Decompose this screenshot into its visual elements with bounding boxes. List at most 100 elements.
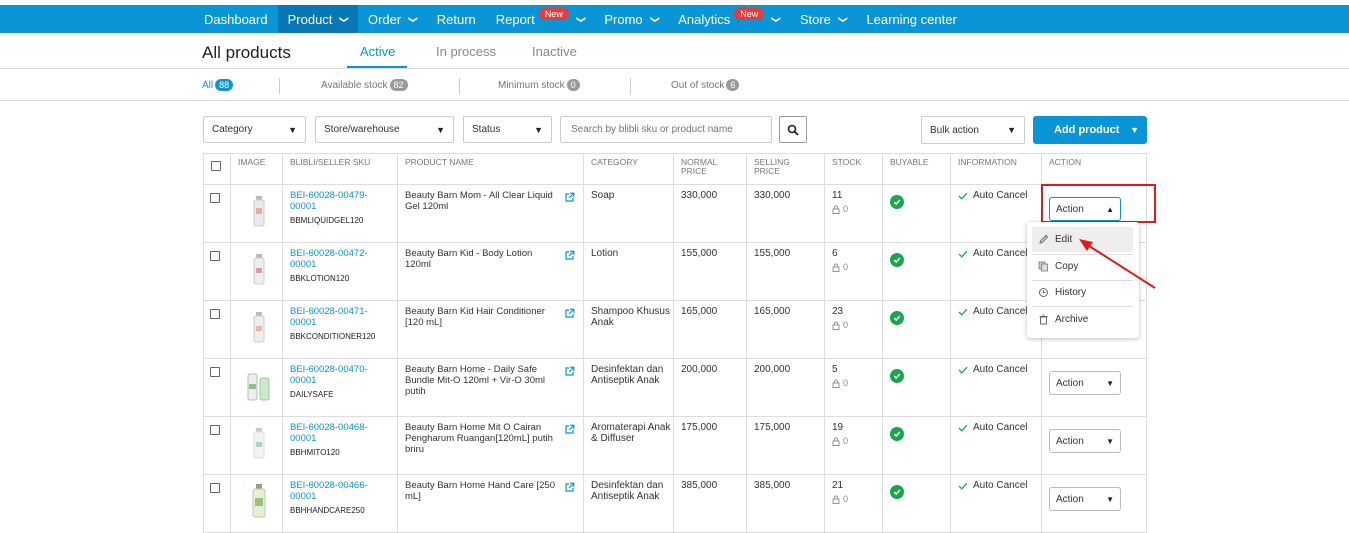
buyable-cell <box>883 301 951 359</box>
action-dropdown-button[interactable]: Action ▼ <box>1049 487 1121 511</box>
action-dropdown-button[interactable]: Action ▼ <box>1049 371 1121 395</box>
add-product-button[interactable]: Add product ▼ <box>1033 116 1147 144</box>
row-select-cell <box>204 301 231 359</box>
nav-item-label: Return <box>436 11 476 27</box>
new-badge: New <box>734 8 765 20</box>
product-thumbnail[interactable] <box>241 248 277 292</box>
normal-price-cell: 200,000 <box>674 359 747 417</box>
row-checkbox[interactable] <box>210 251 220 261</box>
search-button[interactable] <box>779 116 807 143</box>
nav-item-order[interactable]: Order ❯ <box>358 5 427 33</box>
select-all-checkbox[interactable] <box>211 161 221 171</box>
information-value: Auto Cancel <box>958 480 1034 491</box>
tab-active[interactable]: Active <box>360 44 395 59</box>
trash-icon <box>1039 314 1048 325</box>
row-checkbox[interactable] <box>210 425 220 435</box>
filter-all[interactable]: All 88 <box>202 79 234 91</box>
product-thumbnail[interactable] <box>241 422 277 466</box>
blibli-sku-link[interactable]: BEI-60028-00472-00001 <box>290 248 390 270</box>
tab-in-process[interactable]: In process <box>436 44 496 59</box>
external-link-icon[interactable] <box>564 250 575 261</box>
row-checkbox[interactable] <box>210 309 220 319</box>
seller-sku: BBHMITO120 <box>290 448 340 457</box>
sku-cell: BEI-60028-00468-00001 BBHMITO120 <box>283 417 398 475</box>
category-cell: Desinfektan dan Antiseptik Anak <box>584 359 674 417</box>
nav-item-store[interactable]: Store ❯ <box>790 5 857 33</box>
divider <box>0 68 1349 69</box>
menu-item-copy[interactable]: Copy <box>1032 254 1133 279</box>
nav-item-promo[interactable]: Promo ❯ <box>594 5 668 33</box>
search-input[interactable] <box>560 116 772 143</box>
menu-item-archive[interactable]: Archive <box>1032 307 1133 332</box>
stock-value: 23 <box>832 306 844 317</box>
product-thumbnail[interactable] <box>241 364 277 408</box>
information-text: Auto Cancel <box>973 364 1028 375</box>
row-checkbox[interactable] <box>210 193 220 203</box>
external-link-icon[interactable] <box>564 482 575 493</box>
product-thumbnail[interactable] <box>241 306 277 350</box>
external-link-icon[interactable] <box>564 308 575 319</box>
category-value: Soap <box>591 190 615 201</box>
locked-stock: 0 <box>832 320 875 331</box>
image-cell <box>231 243 283 301</box>
category-value: Shampoo Khusus Anak <box>591 306 670 328</box>
locked-stock-value: 0 <box>843 378 849 388</box>
selling-price: 165,000 <box>754 306 791 317</box>
blibli-sku-link[interactable]: BEI-60028-00468-00001 <box>290 422 390 444</box>
nav-item-report[interactable]: Report New ❯ <box>486 5 595 33</box>
buyable-check-icon <box>890 369 904 383</box>
chevron-down-icon: ❯ <box>339 15 350 23</box>
nav-item-return[interactable]: Return <box>427 5 486 33</box>
selling-price: 385,000 <box>754 480 791 491</box>
table-row: BEI-60028-00468-00001 BBHMITO120 Beauty Ba… <box>204 417 1147 475</box>
table-row: BEI-60028-00466-00001 BBHHANDCARE250 Beaut… <box>204 475 1147 533</box>
information-text: Auto Cancel <box>973 190 1028 201</box>
external-link-icon[interactable] <box>564 424 575 435</box>
locked-stock: 0 <box>832 436 875 447</box>
information-text: Auto Cancel <box>973 480 1028 491</box>
nav-item-label: Promo <box>604 11 643 27</box>
filter-minimum-stock[interactable]: Minimum stock 0 <box>498 79 580 91</box>
normal-price: 155,000 <box>681 248 718 259</box>
blibli-sku-link[interactable]: BEI-60028-00479-00001 <box>290 190 390 212</box>
filter-available-stock[interactable]: Available stock 82 <box>321 79 408 91</box>
table-row: BEI-60028-00470-00001 DAILYSAFE Beauty Bar… <box>204 359 1147 417</box>
status-select[interactable]: Status ▼ <box>463 116 552 143</box>
product-name-cell: Beauty Barn Home Mit O Cairan Pengharum … <box>398 417 584 475</box>
divider <box>630 78 631 94</box>
product-name: Beauty Barn Mom - All Clear Liquid Gel 1… <box>405 190 553 212</box>
locked-stock-value: 0 <box>843 320 849 330</box>
nav-item-learning-center[interactable]: Learning center <box>856 5 966 33</box>
bulk-action-select[interactable]: Bulk action ▼ <box>921 116 1025 144</box>
check-icon <box>958 308 968 316</box>
product-thumbnail[interactable] <box>241 480 277 524</box>
column-header: PRODUCT NAME <box>398 154 584 185</box>
nav-item-analytics[interactable]: Analytics New ❯ <box>668 5 790 33</box>
filter-out-of-stock[interactable]: Out of stock 6 <box>671 79 740 91</box>
row-checkbox[interactable] <box>210 367 220 377</box>
blibli-sku-link[interactable]: BEI-60028-00471-00001 <box>290 306 390 328</box>
category-cell: Lotion <box>584 243 674 301</box>
column-header: SELLING PRICE <box>747 154 825 185</box>
stock-cell: 19 0 <box>825 417 883 475</box>
menu-item-edit[interactable]: Edit <box>1032 227 1133 252</box>
row-checkbox[interactable] <box>210 483 220 493</box>
nav-item-product[interactable]: Product ❯ <box>277 5 358 33</box>
table-row: BEI-60028-00479-00001 BBMLIQUIDGEL120 Beau… <box>204 185 1147 243</box>
nav-item-label: Analytics <box>678 11 731 27</box>
external-link-icon[interactable] <box>564 366 575 377</box>
product-thumbnail[interactable] <box>241 190 277 234</box>
category-select[interactable]: Category ▼ <box>203 116 306 143</box>
blibli-sku-link[interactable]: BEI-60028-00466-00001 <box>290 480 390 502</box>
selling-price: 155,000 <box>754 248 791 259</box>
blibli-sku-link[interactable]: BEI-60028-00470-00001 <box>290 364 390 386</box>
products-table: IMAGE BLIBLI/SELLER SKU PRODUCT NAME CAT… <box>203 153 1147 533</box>
store-warehouse-select[interactable]: Store/warehouse ▼ <box>315 116 454 143</box>
tab-inactive[interactable]: Inactive <box>532 44 577 59</box>
nav-item-dashboard[interactable]: Dashboard <box>194 5 278 33</box>
menu-item-history[interactable]: History <box>1032 280 1133 305</box>
information-value: Auto Cancel <box>958 422 1034 433</box>
action-dropdown-button[interactable]: Action ▼ <box>1049 429 1121 453</box>
external-link-icon[interactable] <box>564 192 575 203</box>
buyable-cell <box>883 475 951 533</box>
